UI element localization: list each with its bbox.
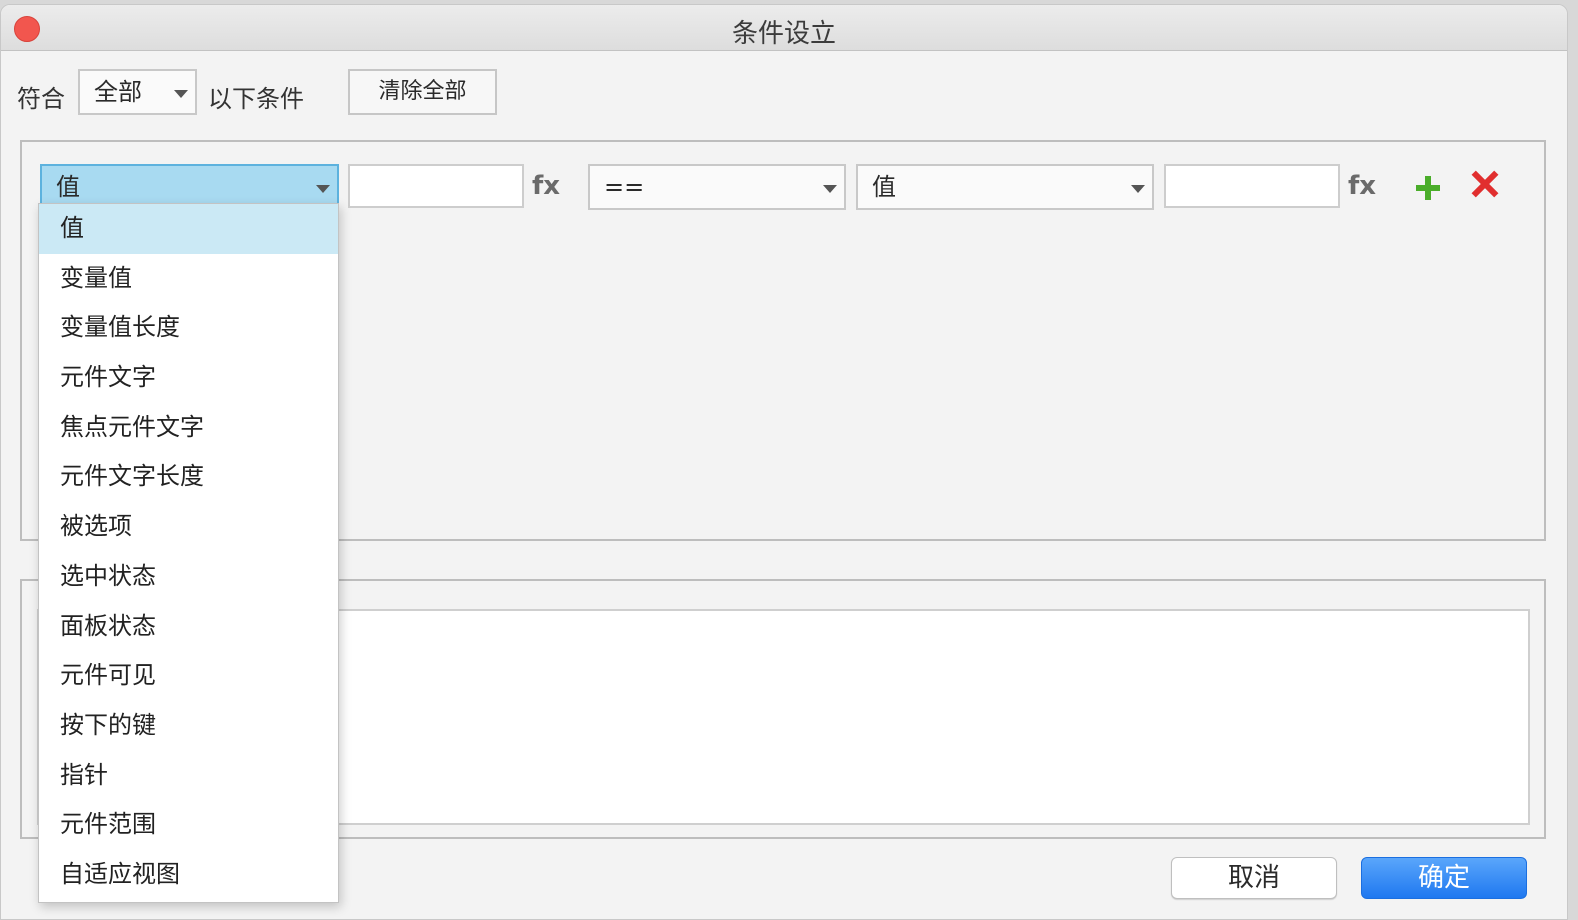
right-fx-button[interactable]: fx	[1348, 171, 1376, 201]
dropdown-item[interactable]: 元件文字长度	[39, 452, 338, 502]
operator-value: ==	[604, 173, 645, 201]
chevron-down-icon	[823, 185, 837, 193]
chevron-down-icon	[1131, 185, 1145, 193]
value-type-dropdown-list: 值 变量值 变量值长度 元件文字 焦点元件文字 元件文字长度 被选项 选中状态 …	[38, 203, 339, 903]
dropdown-item[interactable]: 元件范围	[39, 800, 338, 850]
operator-select[interactable]: ==	[588, 164, 846, 210]
dropdown-item[interactable]: 焦点元件文字	[39, 403, 338, 453]
dropdown-item[interactable]: 变量值长度	[39, 303, 338, 353]
dropdown-item[interactable]: 值	[39, 204, 338, 254]
dropdown-item[interactable]: 指针	[39, 751, 338, 801]
dropdown-item[interactable]: 面板状态	[39, 602, 338, 652]
dropdown-item[interactable]: 自适应视图	[39, 850, 338, 900]
left-value-type-value: 值	[56, 173, 80, 201]
dropdown-item[interactable]: 元件可见	[39, 651, 338, 701]
title-bar[interactable]: 条件设立	[1, 5, 1567, 51]
match-suffix-label: 以下条件	[208, 85, 304, 113]
match-label: 符合	[17, 85, 65, 113]
match-select-value: 全部	[94, 78, 142, 106]
window-title: 条件设立	[731, 19, 836, 49]
chevron-down-icon	[174, 90, 188, 98]
right-value-type-select[interactable]: 值	[856, 164, 1154, 210]
right-value-input[interactable]	[1164, 164, 1340, 208]
dropdown-item[interactable]: 按下的键	[39, 701, 338, 751]
match-select[interactable]: 全部	[78, 69, 197, 115]
dropdown-item[interactable]: 选中状态	[39, 552, 338, 602]
clear-all-button[interactable]: 清除全部	[348, 69, 497, 115]
ok-button[interactable]: 确定	[1361, 857, 1527, 899]
cancel-button[interactable]: 取消	[1171, 857, 1337, 899]
chevron-down-icon	[316, 185, 330, 193]
dropdown-item[interactable]: 被选项	[39, 502, 338, 552]
left-value-input[interactable]	[348, 164, 524, 208]
delete-condition-x-icon[interactable]	[1472, 171, 1498, 197]
dropdown-item[interactable]: 元件文字	[39, 353, 338, 403]
left-fx-button[interactable]: fx	[532, 171, 560, 201]
add-condition-plus-icon[interactable]	[1416, 176, 1440, 200]
right-value-type-value: 值	[872, 173, 896, 201]
dropdown-item[interactable]: 变量值	[39, 254, 338, 304]
